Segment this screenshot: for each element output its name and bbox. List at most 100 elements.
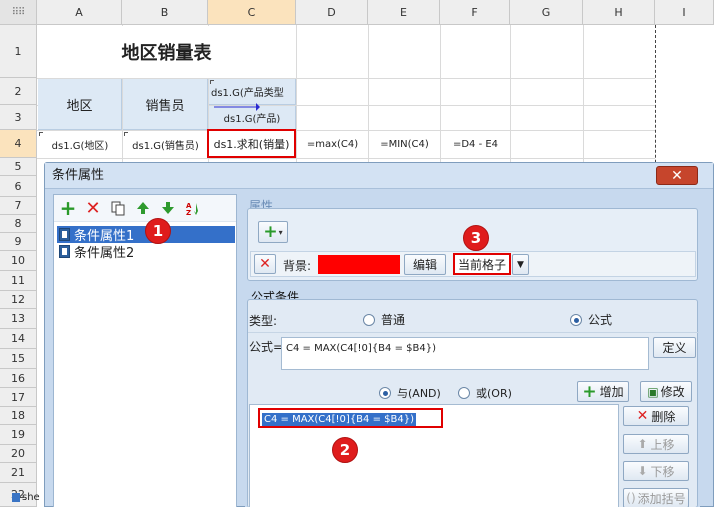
condition-item-label: 条件属性2 xyxy=(74,246,135,261)
move-down-icon[interactable] xyxy=(157,198,179,219)
row-header-1[interactable]: 1 xyxy=(0,25,37,78)
type-formula-radio[interactable]: 公式 xyxy=(570,311,612,328)
select-all-corner[interactable]: ⠿⠿ xyxy=(0,0,37,25)
column-header-c[interactable]: C xyxy=(208,0,296,25)
row-header-21[interactable]: 21 xyxy=(0,463,37,483)
cell-b4[interactable]: ds1.G(销售员) xyxy=(123,131,208,158)
condition-attributes-dialog: 条件属性 ✕ + ✕ AZ 条件属性1 条件属性2 属性 + ▾ ✕ 背景: 编… xyxy=(44,162,714,507)
remove-property-button[interactable]: ✕ xyxy=(254,254,276,274)
define-button[interactable]: 定义 xyxy=(653,337,696,358)
row-header-14[interactable]: 14 xyxy=(0,329,37,349)
sheet-tab-label: she xyxy=(22,492,40,503)
row-header-8[interactable]: 8 xyxy=(0,215,37,233)
condition-item-2[interactable]: 条件属性2 xyxy=(57,243,235,261)
cell-e4[interactable]: =MIN(C4) xyxy=(369,131,440,158)
row-header-20[interactable]: 20 xyxy=(0,445,37,463)
scope-dropdown-arrow-icon[interactable]: ▼ xyxy=(512,254,529,275)
column-header-a[interactable]: A xyxy=(37,0,122,25)
condition-doc-icon xyxy=(59,228,70,241)
dialog-title: 条件属性 xyxy=(45,163,713,189)
expand-marker-icon xyxy=(210,80,214,84)
cell-d4[interactable]: =max(C4) xyxy=(297,131,368,158)
condition-list-toolbar: + ✕ AZ xyxy=(54,195,236,222)
row-header-7[interactable]: 7 xyxy=(0,197,37,215)
annotation-badge-2: 2 xyxy=(332,437,358,463)
row-header-19[interactable]: 19 xyxy=(0,425,37,445)
sheet-icon xyxy=(12,493,20,502)
radio-selected-icon xyxy=(570,313,582,326)
annotation-badge-3: 3 xyxy=(463,225,489,251)
delete-icon[interactable]: ✕ xyxy=(82,198,104,219)
move-up-button[interactable]: ⬆ 上移 xyxy=(623,434,689,454)
cell-c4-selected[interactable]: ds1.求和(销量) xyxy=(207,129,296,158)
type-normal-radio[interactable]: 普通 xyxy=(363,311,405,328)
move-up-icon[interactable] xyxy=(132,198,154,219)
sort-az-icon[interactable]: AZ xyxy=(182,198,204,219)
add-bracket-button[interactable]: () 添加括号 xyxy=(623,488,689,507)
close-button[interactable]: ✕ xyxy=(656,166,698,185)
row-header-6[interactable]: 6 xyxy=(0,176,37,197)
row-header-11[interactable]: 11 xyxy=(0,271,37,291)
row-header-5[interactable]: 5 xyxy=(0,158,37,176)
column-header-f[interactable]: F xyxy=(440,0,510,25)
column-header-h[interactable]: H xyxy=(583,0,655,25)
row-header-2[interactable]: 2 xyxy=(0,78,37,105)
formula-textarea[interactable]: C4 = MAX(C4[!0]{B4 = $B4}) xyxy=(281,337,649,370)
modify-button[interactable]: ▣ 修改 xyxy=(640,381,692,402)
formula-label: 公式= xyxy=(249,340,284,354)
edit-button[interactable]: 编辑 xyxy=(404,254,446,275)
expand-marker-icon xyxy=(39,132,43,136)
condition-entry-highlight[interactable]: C4 = MAX(C4[!0]{B4 = $B4}) xyxy=(258,408,443,428)
column-header-d[interactable]: D xyxy=(296,0,368,25)
move-down-label: 下移 xyxy=(650,464,675,479)
background-property-row: ✕ 背景: 编辑 当前格子 ▼ xyxy=(250,251,696,277)
or-radio[interactable]: 或(OR) xyxy=(458,385,512,401)
modify-button-label: 修改 xyxy=(660,385,685,399)
move-down-button[interactable]: ⬇ 下移 xyxy=(623,461,689,481)
and-radio[interactable]: 与(AND) xyxy=(379,385,441,401)
cell-a4[interactable]: ds1.G(地区) xyxy=(38,131,122,158)
row-header-10[interactable]: 10 xyxy=(0,251,37,271)
scope-select[interactable]: 当前格子 xyxy=(453,253,511,275)
up-arrow-icon: ⬆ xyxy=(637,437,648,451)
annotation-badge-1: 1 xyxy=(145,218,171,244)
row-header-4[interactable]: 4 xyxy=(0,130,37,158)
report-title-cell[interactable]: 地区销量表 xyxy=(38,26,295,78)
and-label: 与(AND) xyxy=(397,387,441,400)
row-header-3[interactable]: 3 xyxy=(0,105,37,130)
background-label: 背景: xyxy=(283,259,312,273)
type-label: 类型: xyxy=(249,314,278,328)
formula-condition-group: 类型: 普通 公式 公式= C4 = MAX(C4[!0]{B4 = $B4})… xyxy=(247,299,699,507)
column-header-b[interactable]: B xyxy=(122,0,208,25)
add-bracket-label: 添加括号 xyxy=(637,491,686,506)
header-salesperson-cell[interactable]: 销售员 xyxy=(123,79,208,130)
row-header-13[interactable]: 13 xyxy=(0,309,37,329)
condition-entry: C4 = MAX(C4[!0]{B4 = $B4}) xyxy=(262,413,416,426)
column-header-i[interactable]: I xyxy=(655,0,714,25)
add-property-button[interactable]: + ▾ xyxy=(258,221,288,243)
copy-icon[interactable] xyxy=(107,198,129,219)
bracket-icon: () xyxy=(626,491,636,505)
row-header-16[interactable]: 16 xyxy=(0,369,37,388)
add-button-label: 增加 xyxy=(599,385,624,399)
column-header-e[interactable]: E xyxy=(368,0,440,25)
column-header-g[interactable]: G xyxy=(510,0,583,25)
header-region-cell[interactable]: 地区 xyxy=(38,79,122,130)
cell-f4[interactable]: =D4 - E4 xyxy=(441,131,510,158)
sheet-tab[interactable]: she xyxy=(12,492,40,503)
condition-list-panel: + ✕ AZ 条件属性1 条件属性2 xyxy=(53,194,237,507)
add-button[interactable]: + 增加 xyxy=(577,381,629,402)
row-header-15[interactable]: 15 xyxy=(0,349,37,369)
radio-selected-icon xyxy=(379,387,391,399)
type-normal-label: 普通 xyxy=(381,313,406,327)
row-header-12[interactable]: 12 xyxy=(0,291,37,309)
condition-doc-icon xyxy=(59,245,70,258)
background-color-swatch[interactable] xyxy=(318,255,400,274)
row-header-18[interactable]: 18 xyxy=(0,407,37,425)
add-icon[interactable]: + xyxy=(57,196,79,220)
radio-icon xyxy=(458,387,470,399)
delete-button[interactable]: ✕ 删除 xyxy=(623,406,689,426)
row-header-9[interactable]: 9 xyxy=(0,233,37,251)
row-header-17[interactable]: 17 xyxy=(0,388,37,407)
radio-icon xyxy=(363,313,375,326)
